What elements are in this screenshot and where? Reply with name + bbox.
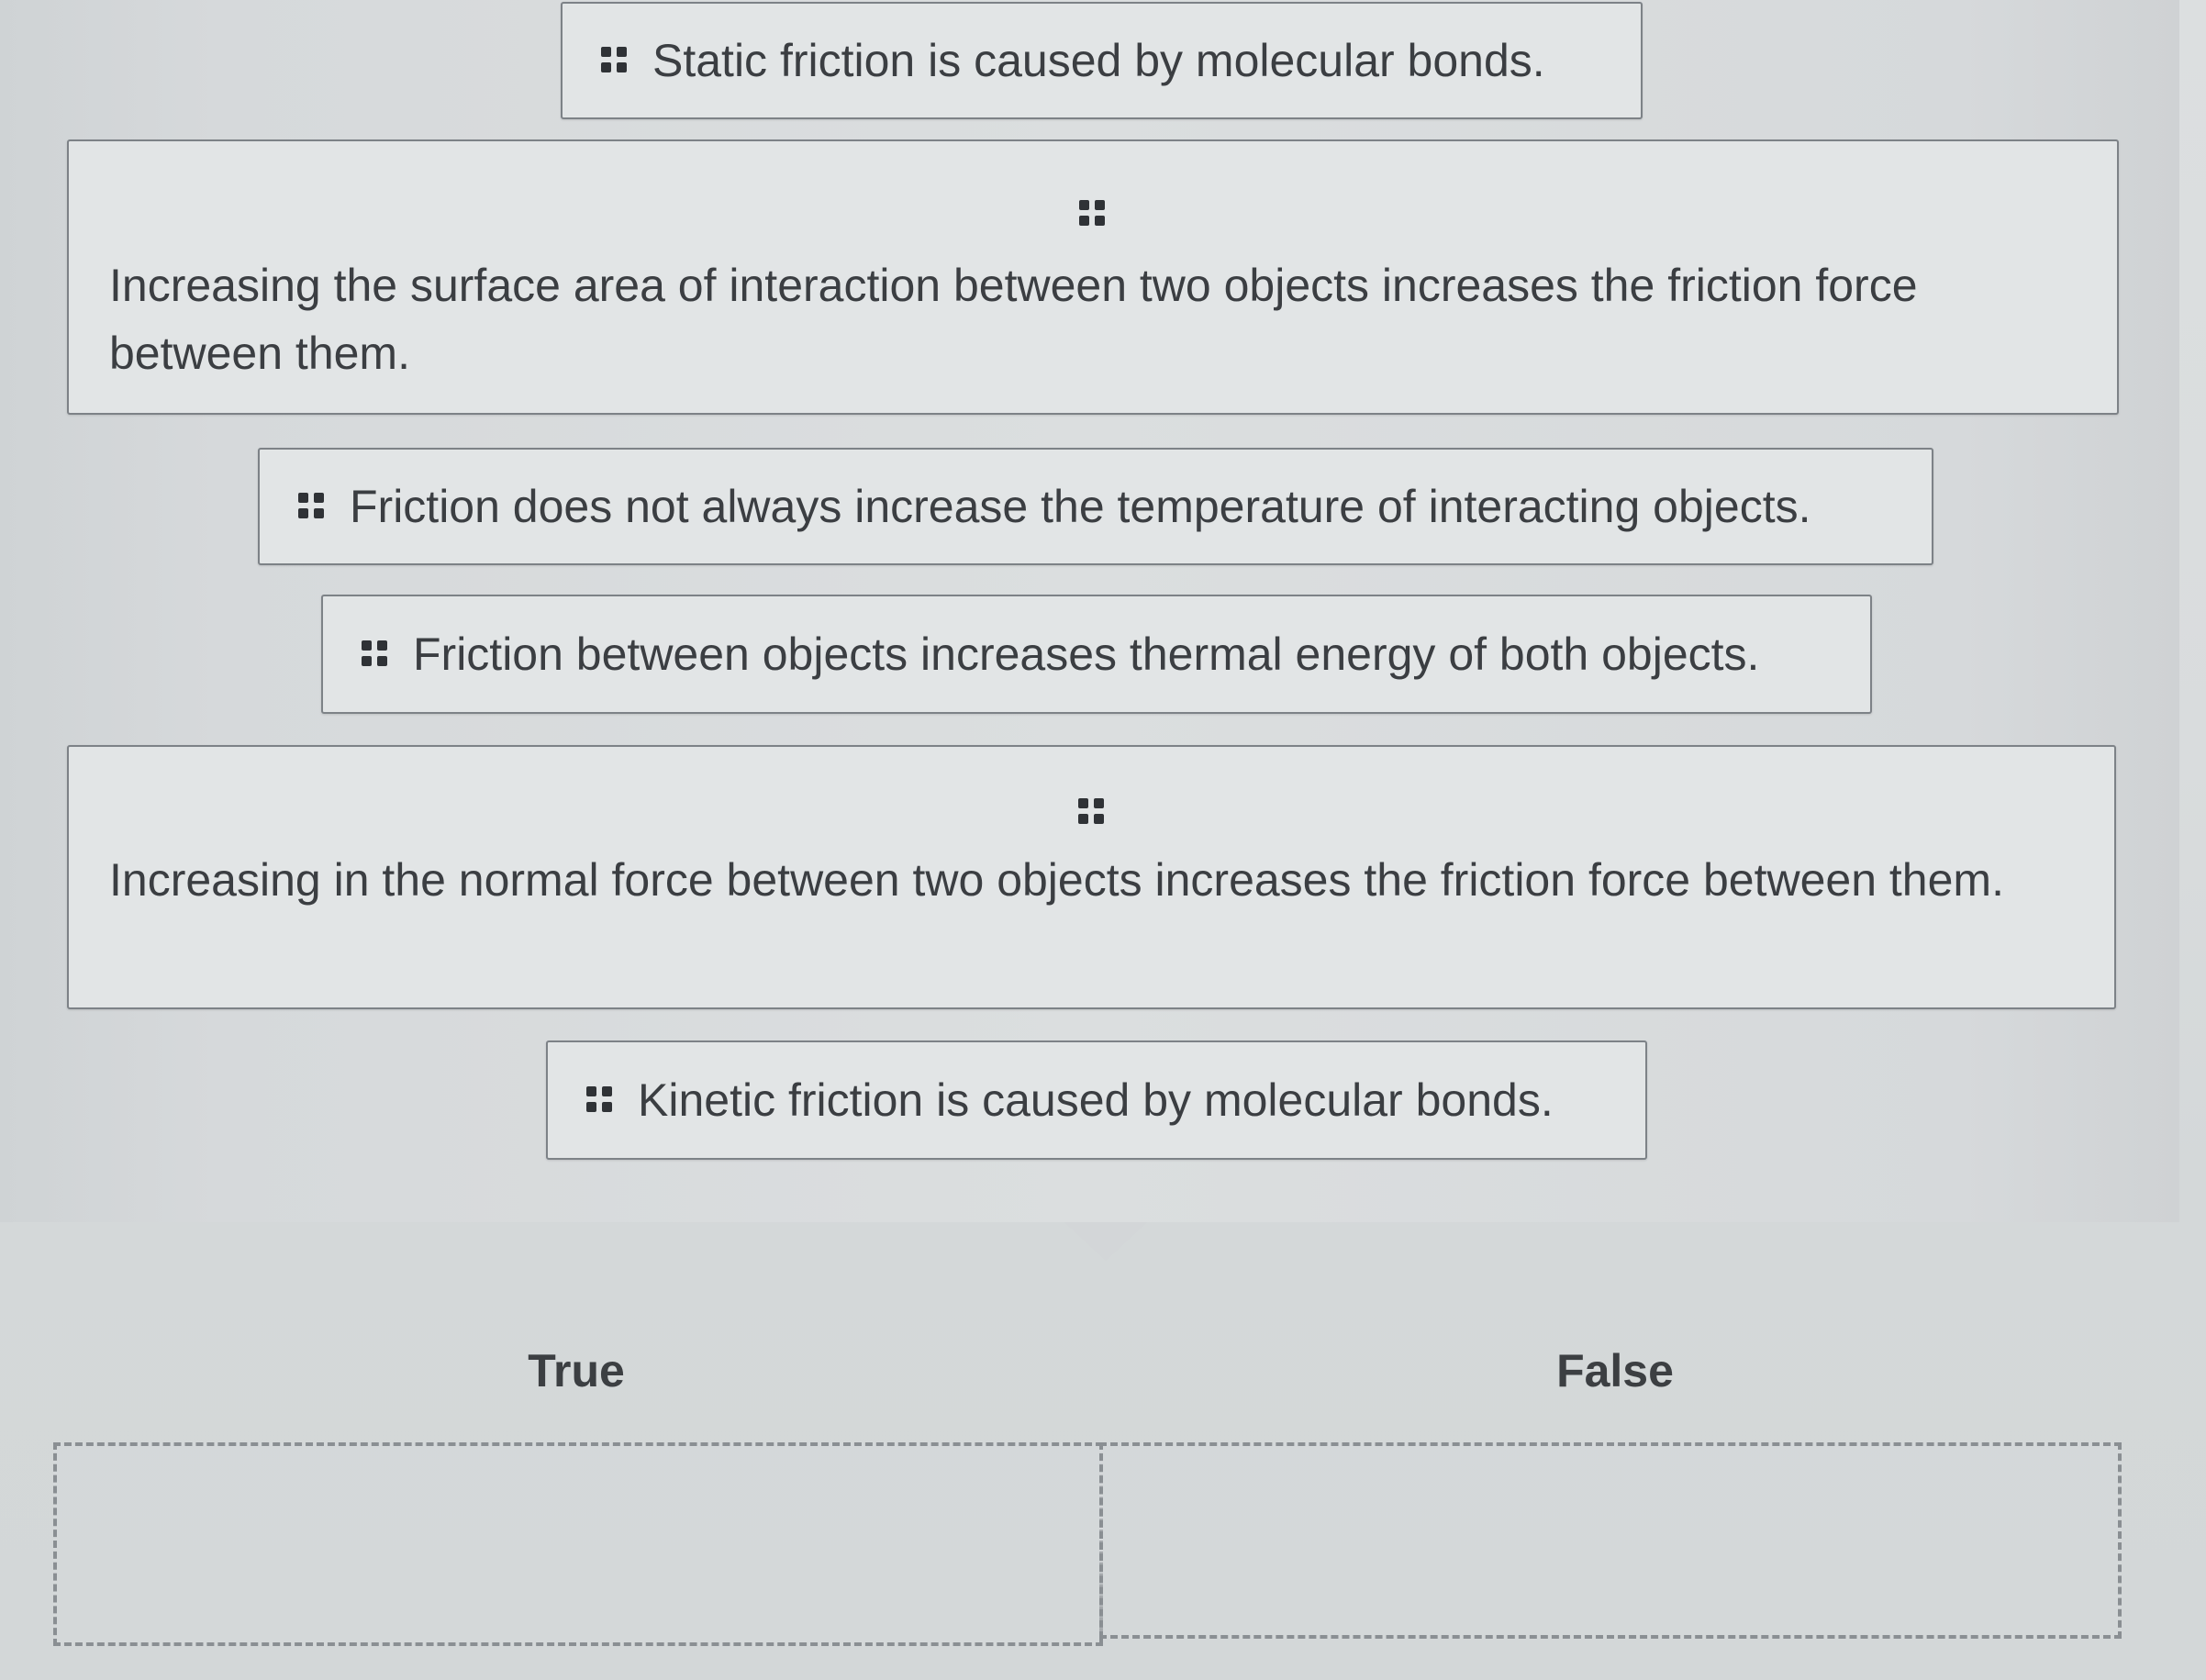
drag-handle-icon[interactable]: [1079, 200, 1107, 228]
bank-pointer: [1064, 1222, 1147, 1261]
statement-card-temperature[interactable]: Friction does not always increase the te…: [258, 448, 1933, 565]
statement-text: Kinetic friction is caused by molecular …: [638, 1074, 1554, 1126]
statement-text: Increasing in the normal force between t…: [109, 854, 2004, 906]
drag-handle-icon[interactable]: [586, 1086, 614, 1114]
statement-text: Friction does not always increase the te…: [350, 481, 1811, 532]
drag-handle-icon[interactable]: [362, 640, 389, 668]
statement-card-thermal-energy[interactable]: Friction between objects increases therm…: [321, 595, 1872, 714]
drag-handle-icon[interactable]: [298, 493, 326, 520]
true-drop-zone[interactable]: [53, 1442, 1103, 1646]
statement-card-static-friction[interactable]: Static friction is caused by molecular b…: [561, 2, 1643, 119]
statement-text: Friction between objects increases therm…: [413, 629, 1760, 680]
statement-text: Increasing the surface area of interacti…: [109, 260, 1918, 379]
true-column-label: True: [528, 1345, 625, 1396]
statement-card-surface-area[interactable]: Increasing the surface area of interacti…: [67, 139, 2119, 415]
statement-text: Static friction is caused by molecular b…: [652, 35, 1545, 86]
statement-card-kinetic-friction[interactable]: Kinetic friction is caused by molecular …: [546, 1040, 1647, 1160]
statement-card-normal-force[interactable]: Increasing in the normal force between t…: [67, 745, 2116, 1009]
false-drop-zone[interactable]: [1099, 1442, 2122, 1639]
drag-handle-icon[interactable]: [601, 47, 629, 74]
false-column-label: False: [1556, 1345, 1674, 1396]
drag-handle-icon[interactable]: [1077, 798, 1106, 826]
